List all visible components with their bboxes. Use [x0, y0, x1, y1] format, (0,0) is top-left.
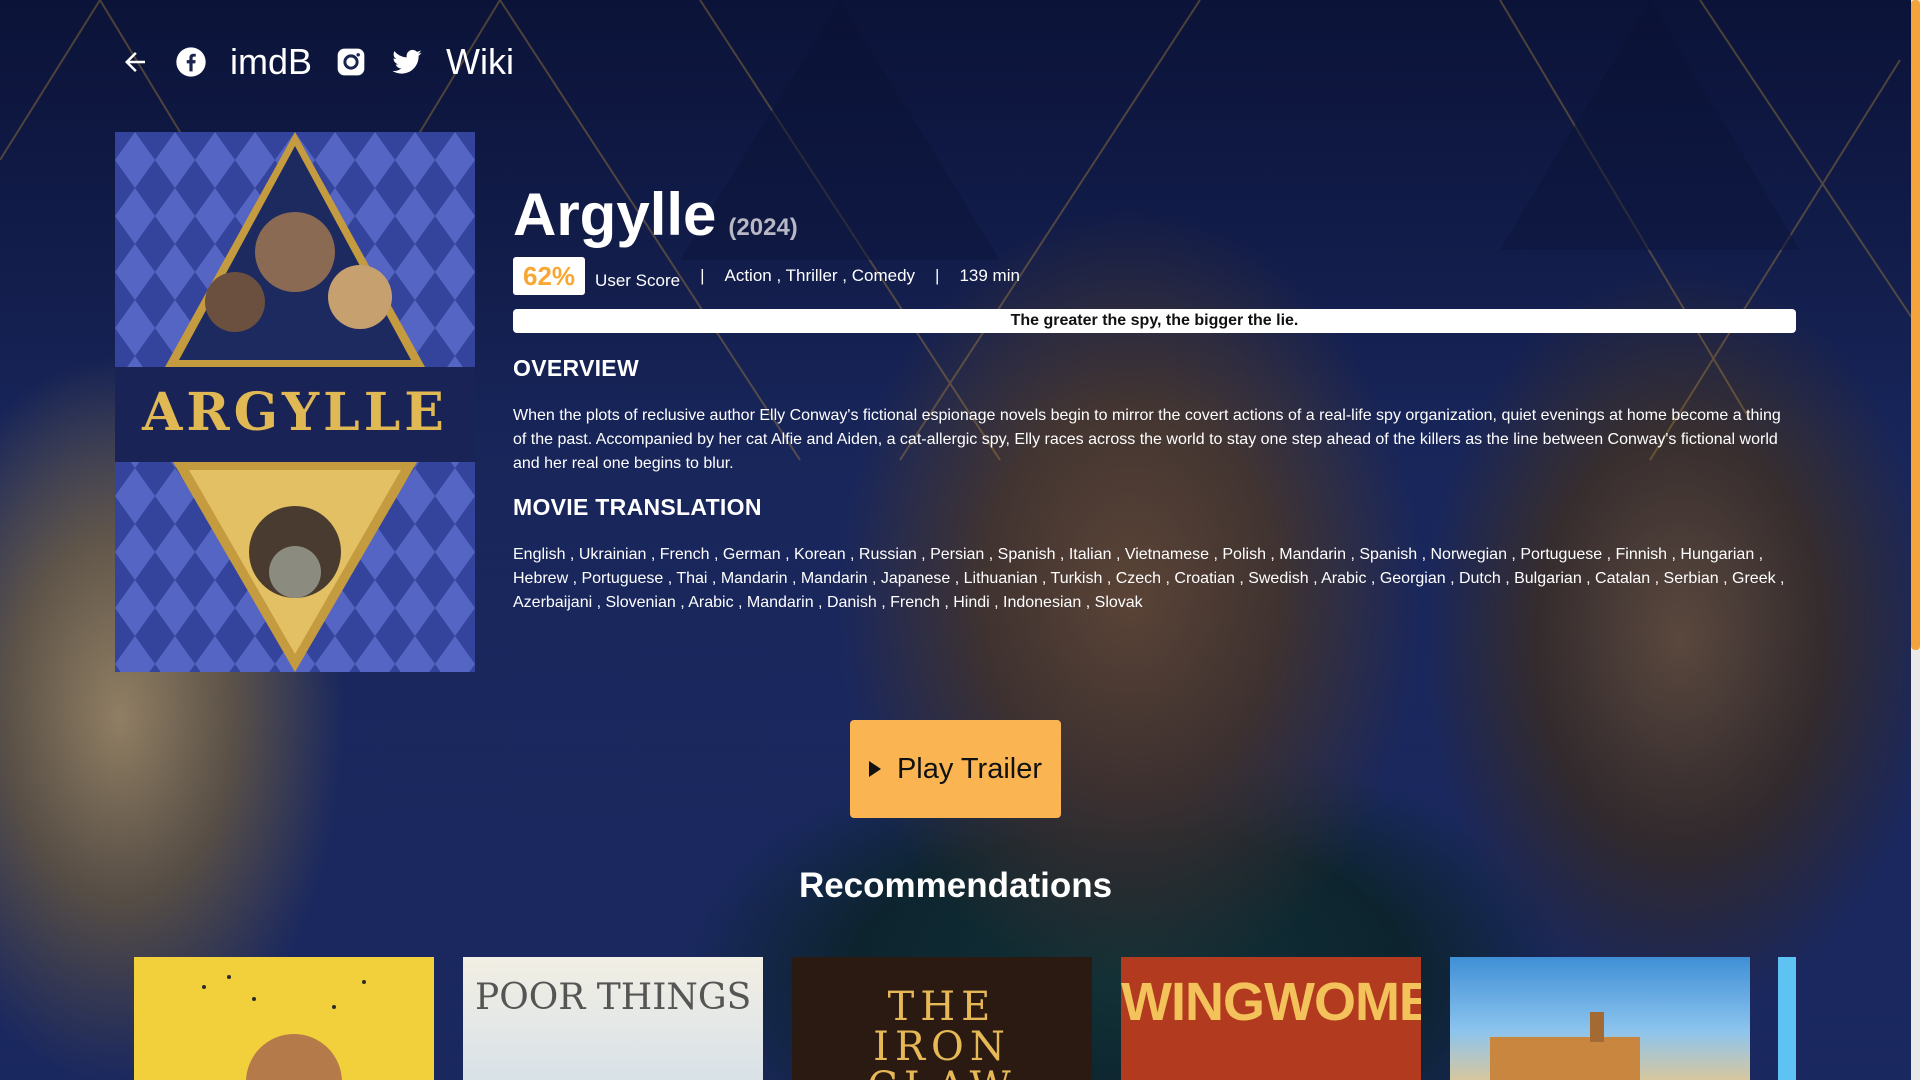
runtime: 139 min: [959, 266, 1020, 285]
tagline: The greater the spy, the bigger the lie.: [513, 309, 1796, 333]
recommendation-card-partial[interactable]: [1778, 957, 1796, 1080]
recommendations-heading: Recommendations: [798, 866, 1113, 905]
overview-text: When the plots of reclusive author Elly …: [513, 407, 1781, 472]
translation-languages: English , Ukrainian , French , German , …: [513, 546, 1785, 611]
genres: Action , Thriller , Comedy: [724, 266, 916, 285]
user-score-label: User Score: [595, 271, 681, 290]
card-art: [1490, 1012, 1640, 1080]
meta-row: 62% User Score | Action , Thriller , Com…: [513, 257, 1796, 295]
arrow-left-icon[interactable]: [118, 45, 152, 79]
recommendation-card[interactable]: WINGWOMEN: [1121, 957, 1421, 1080]
recommendation-card[interactable]: THE IRON CLAW: [792, 957, 1092, 1080]
play-trailer-label: Play Trailer: [896, 752, 1043, 785]
poster-title: ARGYLLE: [142, 382, 448, 443]
imdb-link[interactable]: imdB: [230, 40, 312, 84]
recommendation-card[interactable]: [1450, 957, 1750, 1080]
facebook-icon[interactable]: [174, 45, 208, 79]
play-icon: [868, 761, 881, 777]
movie-info: Argylle (2024) 62% User Score | Action ,…: [513, 180, 1796, 615]
recommendations-row: POOR THINGS THE IRON CLAW WINGWOMEN: [134, 957, 1750, 1080]
movie-poster: ARGYLLE: [115, 132, 475, 672]
movie-year: (2024): [728, 214, 798, 241]
instagram-icon[interactable]: [334, 45, 368, 79]
movie-title: Argylle: [513, 181, 717, 248]
top-nav: imdB Wiki: [118, 40, 514, 84]
card-art: [202, 975, 366, 1080]
scrollbar-thumb[interactable]: [1911, 0, 1920, 650]
translation-heading: MOVIE TRANSLATION: [513, 494, 762, 520]
separator: |: [700, 266, 705, 285]
card-title: THE IRON CLAW: [867, 984, 1011, 1080]
recommendation-card[interactable]: POOR THINGS: [463, 957, 763, 1080]
title-row: Argylle (2024): [513, 180, 1796, 249]
wiki-link[interactable]: Wiki: [446, 40, 514, 84]
separator: |: [935, 266, 940, 285]
twitter-icon[interactable]: [390, 45, 424, 79]
card-title: POOR THINGS: [475, 977, 752, 1018]
user-score-badge: 62%: [513, 257, 586, 295]
overview-heading: OVERVIEW: [513, 355, 639, 381]
card-title: WINGWOMEN: [1121, 972, 1421, 1032]
play-trailer-button[interactable]: Play Trailer: [850, 720, 1061, 818]
recommendation-card[interactable]: [134, 957, 434, 1080]
